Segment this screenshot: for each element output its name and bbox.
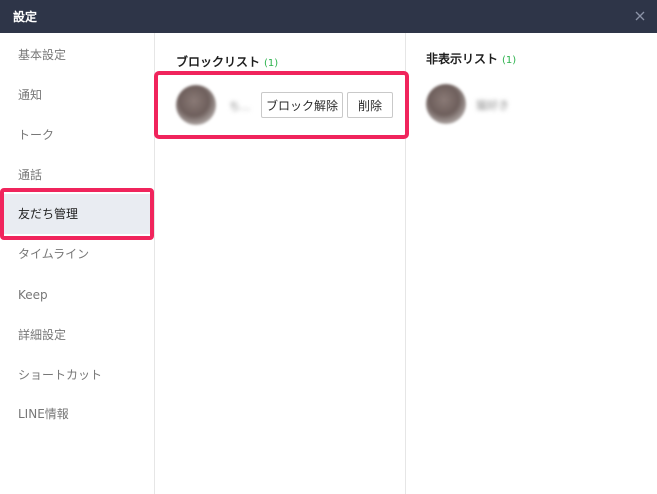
sidebar-item-line-info[interactable]: LINE情報 [0,394,154,434]
unblock-button[interactable]: ブロック解除 [261,92,343,118]
avatar [426,84,466,124]
sidebar-item-friends[interactable]: 友だち管理 [0,194,154,234]
hidden-list-title: 非表示リスト (1) [426,51,516,69]
sidebar-item-label: 基本設定 [18,48,67,62]
block-list-title: ブロックリスト (1) [176,54,278,72]
sidebar-item-label: 詳細設定 [18,328,67,342]
settings-sidebar: 基本設定 通知 トーク 通話 友だち管理 タイムライン Keep 詳細設定 ショ… [0,33,155,494]
sidebar-item-label: ショートカット [18,368,103,382]
sidebar-item-talk[interactable]: トーク [0,115,154,155]
block-list-count: (1) [264,58,279,69]
close-icon[interactable] [632,8,648,24]
sidebar-item-notifications[interactable]: 通知 [0,75,154,115]
avatar [176,85,216,125]
sidebar-item-label: トーク [18,128,55,142]
sidebar-item-calls[interactable]: 通話 [0,155,154,195]
sidebar-item-timeline[interactable]: タイムライン [0,234,154,274]
sidebar-item-label: Keep [18,288,48,302]
sidebar-item-label: 通話 [18,168,43,182]
hidden-list-count: (1) [502,55,517,66]
hidden-list-title-text: 非表示リスト [426,52,499,66]
sidebar-item-label: LINE情報 [18,407,69,421]
sidebar-item-label: タイムライン [18,247,90,261]
block-list-title-text: ブロックリスト [176,55,261,69]
blocked-friend-name: ち... [229,100,251,113]
sidebar-item-keep[interactable]: Keep [0,275,154,315]
sidebar-item-general[interactable]: 基本設定 [0,35,154,75]
delete-button[interactable]: 削除 [347,92,393,118]
title-bar: 設定 [0,0,657,33]
column-divider [405,33,406,494]
sidebar-item-label: 通知 [18,88,43,102]
sidebar-item-advanced[interactable]: 詳細設定 [0,315,154,355]
sidebar-item-label: 友だち管理 [18,207,79,221]
window-title: 設定 [13,10,38,24]
hidden-friend-name: 猫好き [476,99,509,112]
sidebar-item-shortcuts[interactable]: ショートカット [0,355,154,395]
